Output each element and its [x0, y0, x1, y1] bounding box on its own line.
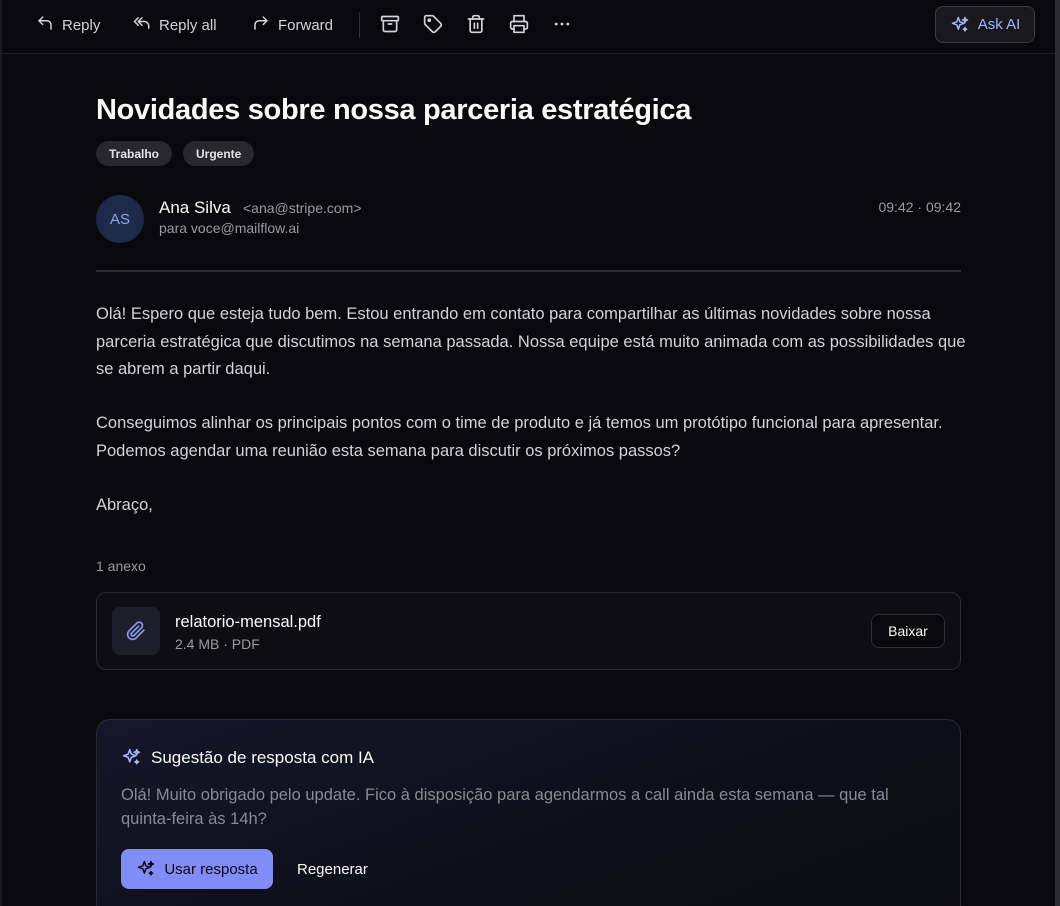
- regenerate-button[interactable]: Regenerar: [287, 849, 378, 889]
- attachment-name[interactable]: relatorio-mensal.pdf: [175, 613, 321, 632]
- reply-all-label: Reply all: [159, 16, 217, 34]
- print-button[interactable]: [508, 13, 530, 35]
- trash-icon: [467, 14, 485, 34]
- ai-suggestion-title: Sugestão de resposta com IA: [151, 747, 375, 767]
- use-response-button[interactable]: Usar resposta: [121, 849, 273, 889]
- ai-suggestion-card: Sugestão de resposta com IA Olá! Muito o…: [96, 719, 961, 906]
- ai-suggestion-text: Olá! Muito obrigado pelo update. Fico à …: [121, 786, 889, 828]
- attachment-card[interactable]: relatorio-mensal.pdf 2.4 MB · PDF Baixar: [96, 592, 961, 670]
- more-button[interactable]: [551, 13, 573, 35]
- forward-icon: [252, 14, 270, 36]
- ask-ai-button[interactable]: Ask AI: [935, 6, 1035, 43]
- email-toolbar: Reply Reply all Forward Ask AI: [2, 0, 1055, 54]
- attachment-meta: 2.4 MB · PDF: [175, 636, 260, 652]
- email-body-paragraph-2: Conseguimos alinhar os principais pontos…: [96, 414, 943, 460]
- sender-name[interactable]: Ana Silva: [159, 198, 231, 218]
- email-body-signoff: Abraço,: [96, 496, 153, 514]
- email-timestamp: 09:42 · 09:42: [878, 199, 961, 215]
- reply-button[interactable]: Reply: [36, 8, 100, 42]
- email-body-paragraph-1: Olá! Espero que esteja tudo bem. Estou e…: [96, 305, 966, 378]
- sparkles-icon: [138, 860, 155, 876]
- sender-email: <ana@stripe.com>: [243, 200, 362, 216]
- ask-ai-label: Ask AI: [977, 16, 1021, 33]
- archive-icon: [380, 15, 400, 33]
- scrollbar[interactable]: [1055, 0, 1060, 906]
- reply-label: Reply: [62, 16, 101, 34]
- left-border: [0, 0, 2, 906]
- tag-urgente[interactable]: Urgente: [183, 141, 255, 166]
- use-response-label: Usar resposta: [164, 860, 258, 878]
- sparkles-icon: [951, 16, 968, 32]
- paperclip-icon: [112, 607, 160, 655]
- tag-trabalho[interactable]: Trabalho: [96, 141, 173, 166]
- ai-suggestion-header: Sugestão de resposta com IA: [121, 747, 374, 768]
- email-subject: Novidades sobre nossa parceria estratégi…: [96, 94, 692, 126]
- toolbar-divider: [359, 12, 360, 38]
- reply-all-icon: [133, 14, 151, 36]
- more-icon: [554, 22, 570, 26]
- sparkles-icon: [122, 748, 141, 765]
- email-view: Reply Reply all Forward Ask AI Novidades…: [0, 0, 1060, 906]
- forward-label: Forward: [278, 16, 334, 34]
- avatar: AS: [96, 195, 144, 243]
- attachment-count: 1 anexo: [96, 558, 146, 574]
- printer-icon: [509, 14, 529, 34]
- download-button[interactable]: Baixar: [871, 614, 945, 648]
- delete-button[interactable]: [465, 13, 487, 35]
- tag-icon: [423, 14, 443, 34]
- label-button[interactable]: [422, 13, 444, 35]
- reply-icon: [36, 14, 54, 36]
- header-divider: [96, 270, 961, 272]
- recipient-line: para voce@mailflow.ai: [159, 220, 300, 236]
- forward-button[interactable]: Forward: [252, 8, 333, 42]
- archive-button[interactable]: [379, 13, 401, 35]
- reply-all-button[interactable]: Reply all: [133, 8, 217, 42]
